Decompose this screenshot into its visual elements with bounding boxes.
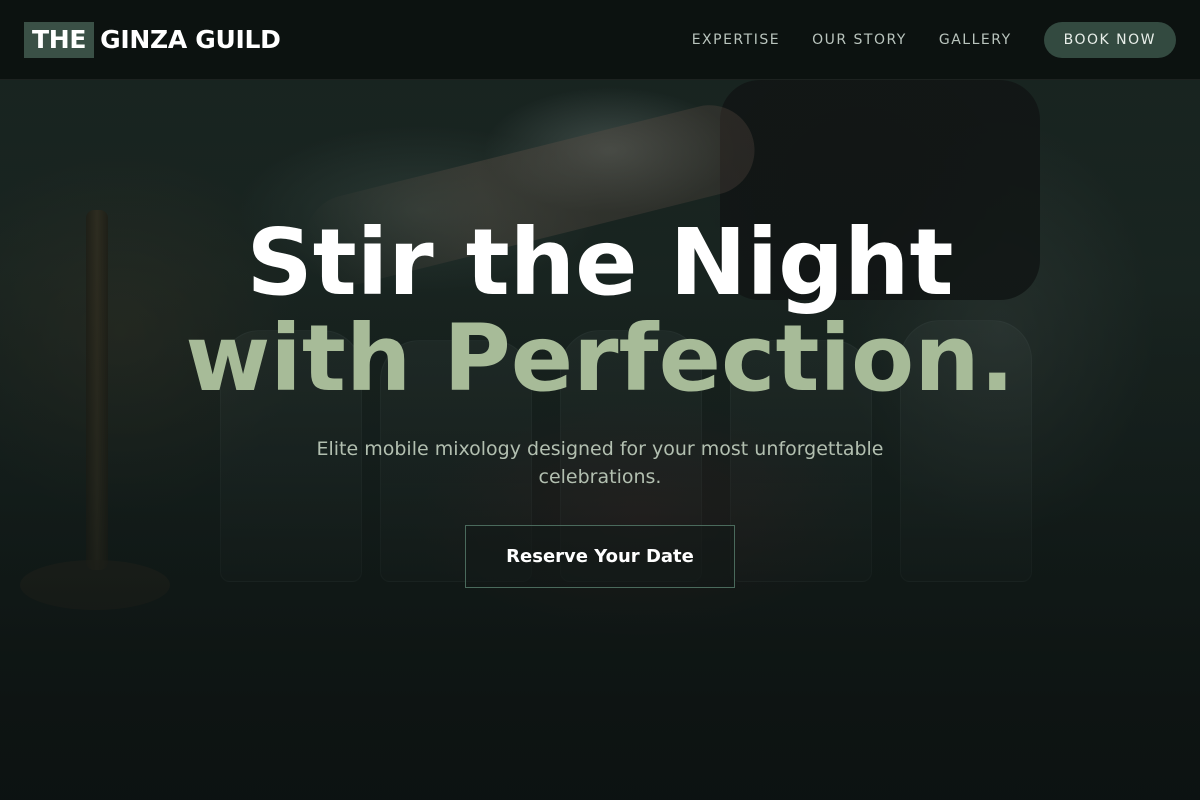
hero-subtitle: Elite mobile mixology designed for your … xyxy=(316,438,884,488)
nav-link-gallery[interactable]: GALLERY xyxy=(939,32,1012,48)
main-nav: EXPERTISE OUR STORY GALLERY BOOK NOW xyxy=(660,21,1176,58)
book-now-button[interactable]: BOOK NOW xyxy=(1043,21,1176,58)
brand-logo[interactable]: THE GINZA GUILD xyxy=(24,21,281,58)
logo-text: GINZA GUILD xyxy=(100,25,281,54)
headline-line-1: Stir the Night xyxy=(246,209,954,316)
site-header: THE GINZA GUILD EXPERTISE OUR STORY GALL… xyxy=(0,0,1200,80)
nav-link-our-story[interactable]: OUR STORY xyxy=(812,32,907,48)
logo-mark: THE xyxy=(24,21,95,58)
nav-link-expertise[interactable]: EXPERTISE xyxy=(692,32,780,48)
hero-headline: Stir the Night with Perfection. xyxy=(0,215,1200,407)
page: THE GINZA GUILD EXPERTISE OUR STORY GALL… xyxy=(0,0,1200,800)
reserve-date-button[interactable]: Reserve Your Date xyxy=(465,525,735,588)
hero-section: Stir the Night with Perfection. Elite mo… xyxy=(0,215,1200,588)
headline-line-2: with Perfection. xyxy=(185,305,1015,412)
